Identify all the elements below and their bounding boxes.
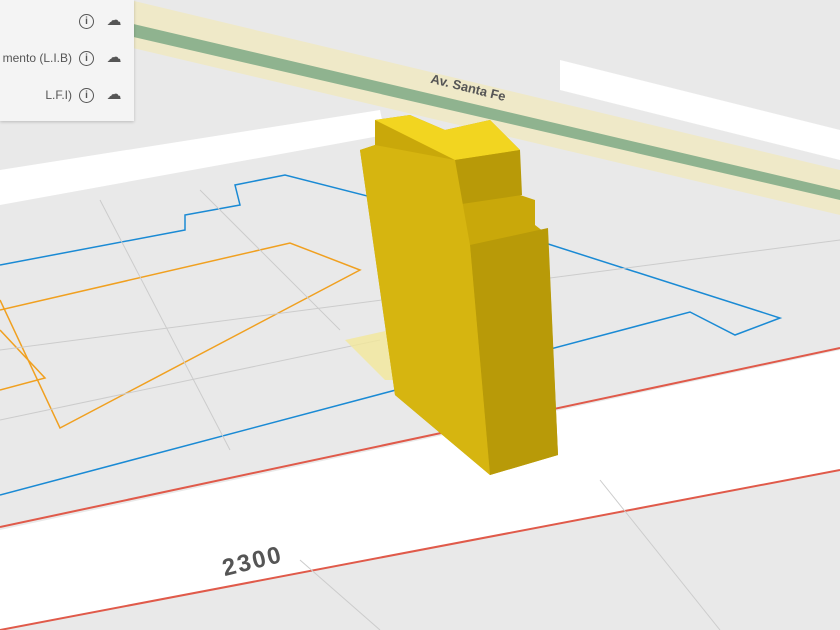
info-icon[interactable]: i: [79, 87, 94, 103]
cloud-download-icon[interactable]: ☁: [106, 50, 122, 66]
layer-row[interactable]: i ☁: [0, 11, 134, 31]
layer-label: mento (L.I.B): [2, 51, 72, 65]
cloud-download-icon[interactable]: ☁: [106, 87, 122, 103]
info-icon[interactable]: i: [79, 13, 94, 29]
info-icon[interactable]: i: [79, 50, 94, 66]
cloud-download-icon[interactable]: ☁: [106, 13, 122, 29]
layer-label: L.F.I): [45, 88, 72, 102]
layer-row[interactable]: mento (L.I.B) i ☁: [0, 48, 134, 68]
layer-row[interactable]: L.F.I) i ☁: [0, 85, 134, 105]
layers-panel: i ☁ mento (L.I.B) i ☁ L.F.I) i ☁: [0, 0, 134, 121]
